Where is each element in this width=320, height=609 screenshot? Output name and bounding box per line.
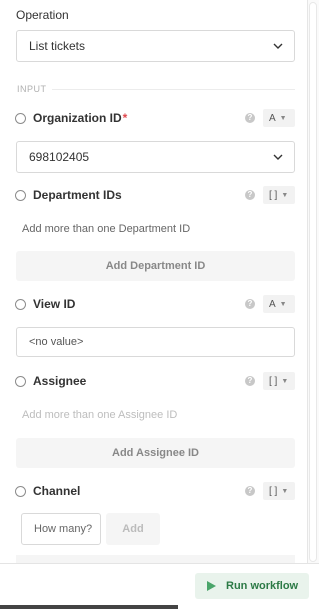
view-id-type-selector[interactable]: A ▼	[263, 295, 295, 313]
view-id-input[interactable]: <no value>	[16, 327, 295, 357]
bottom-edge-strip	[0, 605, 178, 609]
department-ids-type-selector[interactable]: [ ] ▼	[263, 186, 295, 204]
input-section-label: INPUT	[17, 84, 47, 94]
workflow-config-panel: Operation List tickets INPUT Organizatio…	[0, 0, 307, 563]
array-type-icon: [ ]	[269, 375, 278, 387]
operation-label: Operation	[16, 8, 69, 22]
organization-id-radio[interactable]	[15, 112, 26, 124]
array-type-icon: [ ]	[269, 189, 278, 201]
assignee-hint: Add more than one Assignee ID	[22, 409, 178, 421]
operation-select[interactable]: List tickets	[16, 30, 295, 62]
assignee-row: Assignee ? [ ] ▼	[14, 371, 295, 391]
organization-id-value: 698102405	[29, 150, 90, 164]
play-icon	[207, 581, 216, 591]
assignee-radio[interactable]	[15, 375, 26, 387]
channel-radio[interactable]	[15, 485, 26, 497]
organization-id-select[interactable]: 698102405	[16, 141, 295, 173]
run-workflow-button[interactable]: Run workflow	[195, 573, 309, 599]
help-circle-icon[interactable]: ?	[245, 376, 255, 386]
text-type-icon: A	[269, 112, 276, 124]
help-circle-icon[interactable]: ?	[245, 113, 255, 123]
channel-add-button[interactable]: Add	[106, 513, 160, 545]
channel-label: Channel	[33, 484, 81, 498]
add-assignee-id-button[interactable]: Add Assignee ID	[16, 438, 295, 468]
department-ids-row: Department IDs ? [ ] ▼	[14, 185, 295, 205]
chevron-down-icon: ▼	[281, 487, 289, 495]
view-id-radio[interactable]	[15, 298, 26, 310]
department-ids-radio[interactable]	[15, 189, 26, 201]
view-id-label: View ID	[33, 297, 76, 311]
department-ids-hint: Add more than one Department ID	[22, 223, 191, 235]
assignee-label: Assignee	[33, 374, 87, 388]
array-type-icon: [ ]	[269, 485, 278, 497]
channel-row: Channel ? [ ] ▼	[14, 481, 295, 501]
chevron-down-icon	[272, 40, 284, 52]
section-divider	[52, 89, 295, 90]
channel-input-value: How many?	[34, 523, 93, 535]
add-department-id-button[interactable]: Add Department ID	[16, 251, 295, 281]
view-id-value: <no value>	[29, 336, 84, 348]
operation-select-value: List tickets	[29, 39, 86, 53]
text-type-icon: A	[269, 298, 276, 310]
help-circle-icon[interactable]: ?	[245, 299, 255, 309]
view-id-row: View ID ? A ▼	[14, 294, 295, 314]
chevron-down-icon: ▼	[281, 191, 289, 199]
organization-id-row: Organization ID * ? A ▼	[14, 108, 295, 128]
chevron-down-icon: ▼	[281, 377, 289, 385]
required-marker: *	[122, 111, 128, 125]
chevron-down-icon	[272, 151, 284, 163]
help-circle-icon[interactable]: ?	[245, 486, 255, 496]
channel-input[interactable]: How many?	[21, 513, 101, 545]
department-ids-label: Department IDs	[33, 188, 122, 202]
chevron-down-icon: ▼	[279, 114, 287, 122]
organization-id-label: Organization ID	[33, 111, 122, 125]
next-field-partial	[16, 555, 295, 563]
chevron-down-icon: ▼	[279, 300, 287, 308]
channel-type-selector[interactable]: [ ] ▼	[263, 482, 295, 500]
scrollbar-thumb[interactable]	[309, 2, 317, 562]
assignee-type-selector[interactable]: [ ] ▼	[263, 372, 295, 390]
run-workflow-label: Run workflow	[226, 580, 299, 592]
organization-id-type-selector[interactable]: A ▼	[263, 109, 295, 127]
help-circle-icon[interactable]: ?	[245, 190, 255, 200]
